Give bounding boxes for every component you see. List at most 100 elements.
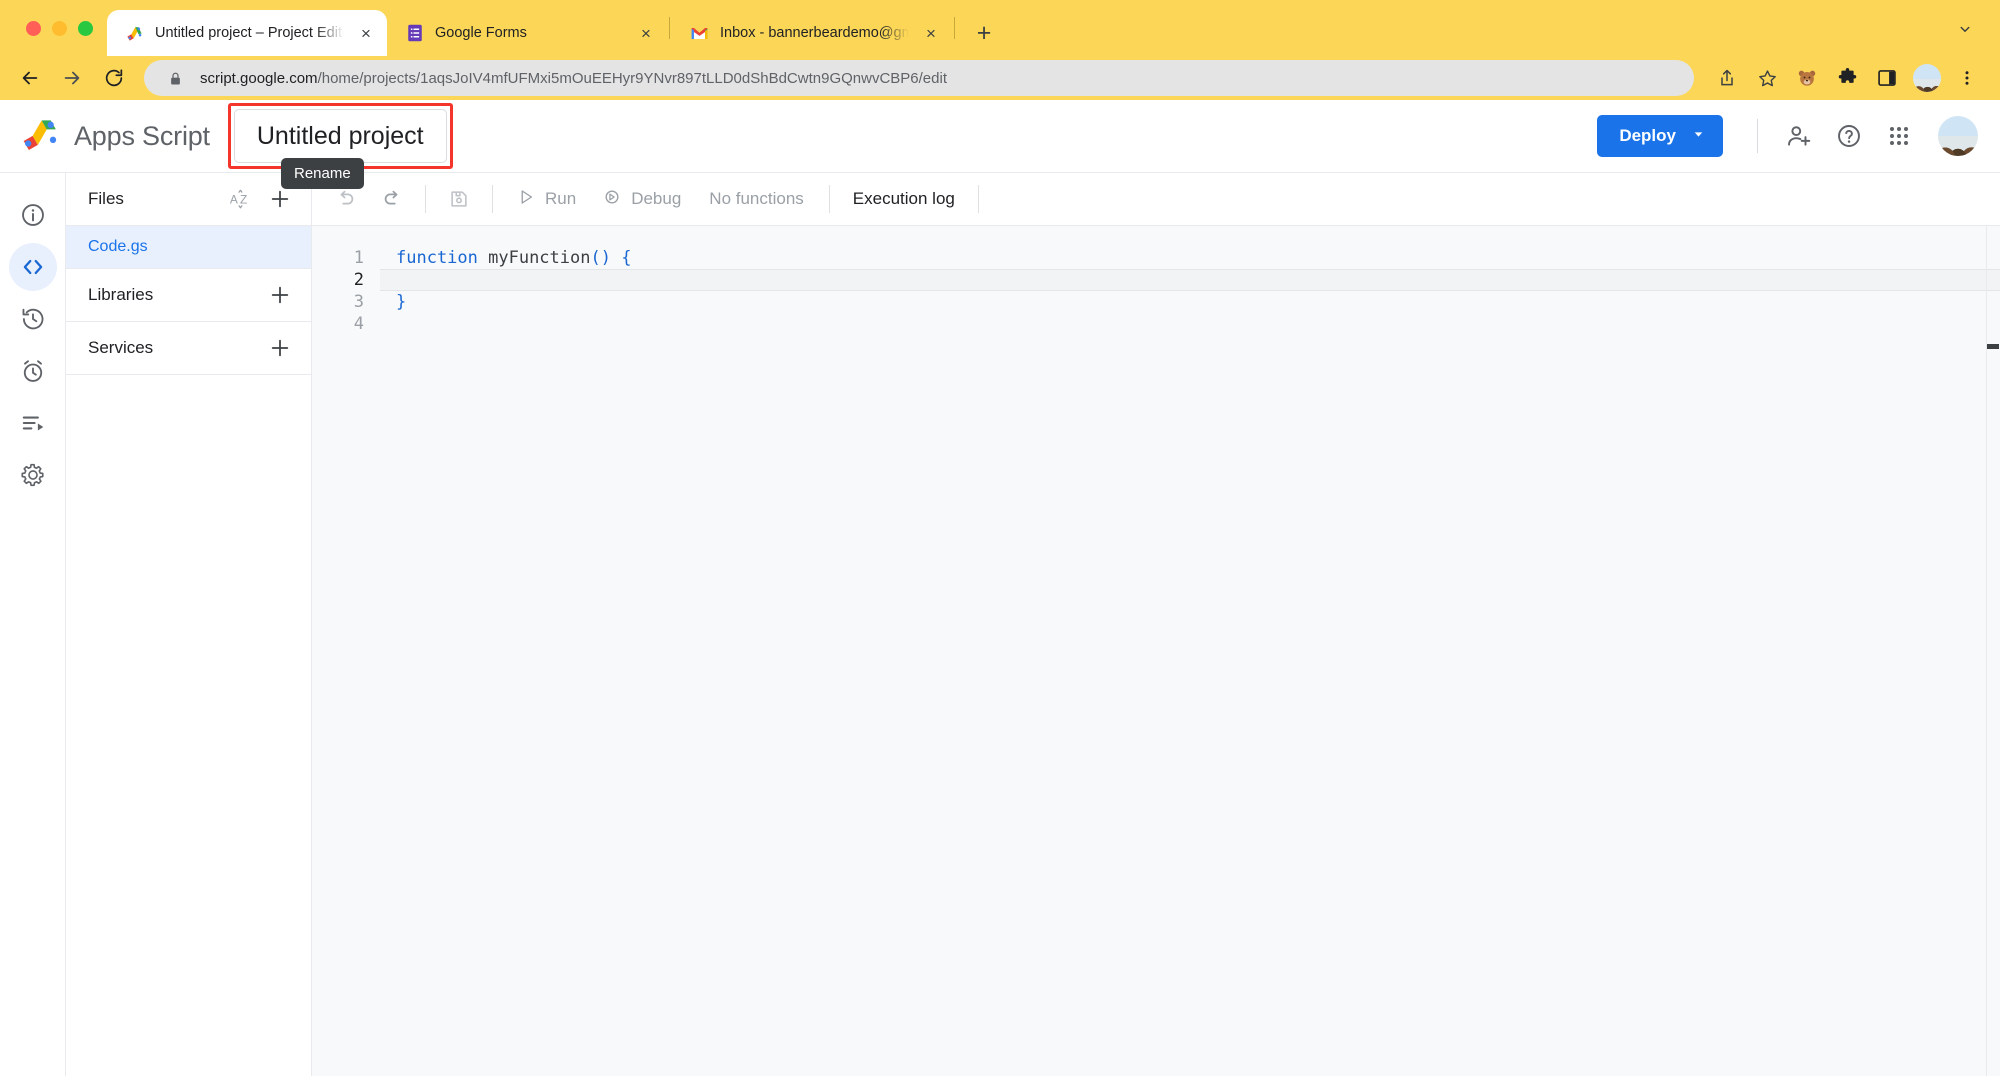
side-panel-icon[interactable] [1870, 61, 1904, 95]
apps-script-logo [20, 114, 60, 159]
browser-tab-apps-script[interactable]: Untitled project – Project Editor × [107, 10, 387, 56]
file-name: Code.gs [88, 238, 148, 256]
libraries-section-header: Libraries [66, 269, 311, 322]
url-text: script.google.com/home/projects/1aqsJoIV… [200, 70, 1680, 87]
files-section-header: Files AZ [66, 173, 311, 226]
execution-log-button[interactable]: Execution log [841, 179, 967, 219]
code-editor[interactable]: 1 2 3 4 function myFunction() { } [312, 226, 2000, 1076]
add-service-button[interactable] [263, 331, 297, 365]
line-number: 4 [312, 313, 364, 335]
close-tab-button[interactable]: × [920, 22, 942, 44]
share-icon[interactable] [1710, 61, 1744, 95]
line-number: 2 [312, 269, 364, 291]
save-disk-icon[interactable] [437, 177, 481, 221]
debug-button[interactable]: Debug [590, 179, 693, 219]
add-collaborator-icon[interactable] [1776, 113, 1822, 159]
back-button[interactable] [10, 58, 50, 98]
add-library-button[interactable] [263, 278, 297, 312]
new-tab-button[interactable]: + [967, 16, 1001, 50]
toolbar-divider [829, 185, 830, 213]
maximize-window-button[interactable] [78, 21, 93, 36]
sidebar-item-editor[interactable] [9, 243, 57, 291]
code-line-3: } [396, 291, 2000, 313]
browser-tab-gmail[interactable]: Inbox - bannerbeardemo@gma × [672, 10, 952, 56]
tab-title: Google Forms [435, 25, 624, 41]
tab-title: Inbox - bannerbeardemo@gma [720, 25, 909, 41]
left-nav-rail [0, 173, 66, 1076]
app-brand-name: Apps Script [74, 121, 210, 152]
close-tab-button[interactable]: × [355, 22, 377, 44]
editor-column: Run Debug No functions Execution log 1 2… [312, 173, 2000, 1076]
kebab-menu-icon[interactable] [1950, 61, 1984, 95]
files-section-label: Files [88, 189, 217, 209]
redo-icon[interactable] [370, 177, 414, 221]
code-lines[interactable]: function myFunction() { } [380, 247, 2000, 335]
chevron-down-icon[interactable] [1950, 14, 1980, 44]
run-button-label: Run [545, 189, 576, 209]
editor-toolbar: Run Debug No functions Execution log [312, 173, 2000, 226]
app-logo-area[interactable]: Apps Script [20, 114, 210, 159]
extensions-puzzle-icon[interactable] [1830, 61, 1864, 95]
services-section-header: Services [66, 322, 311, 375]
header-divider [1757, 119, 1758, 153]
toolbar-divider [492, 185, 493, 213]
sidebar-item-triggers[interactable] [9, 347, 57, 395]
address-bar[interactable]: script.google.com/home/projects/1aqsJoIV… [144, 60, 1694, 96]
close-tab-button[interactable]: × [635, 22, 657, 44]
app-header-actions: Deploy [1597, 113, 1978, 159]
browser-toolbar: script.google.com/home/projects/1aqsJoIV… [0, 56, 2000, 100]
url-path: /home/projects/1aqsJoIV4mfUFMxi5mOuEEHyr… [318, 70, 947, 87]
tab-strip: Untitled project – Project Editor × Goog… [0, 0, 2000, 56]
page-title: Untitled project [257, 122, 424, 151]
svg-text:Z: Z [240, 193, 247, 207]
profile-avatar[interactable] [1910, 61, 1944, 95]
sidebar-item-triggers-history[interactable] [9, 295, 57, 343]
tab-title: Untitled project – Project Editor [155, 25, 344, 41]
project-title-field[interactable]: Untitled project [234, 109, 447, 163]
apps-script-icon [125, 24, 144, 43]
chevron-down-icon [1692, 126, 1705, 146]
lock-icon [162, 65, 188, 91]
minimize-window-button[interactable] [52, 21, 67, 36]
run-button[interactable]: Run [504, 179, 588, 219]
scrollbar-thumb[interactable] [1987, 344, 1999, 349]
bookmark-star-icon[interactable] [1750, 61, 1784, 95]
play-icon [516, 187, 536, 212]
toolbar-divider [978, 185, 979, 213]
code-line-1: function myFunction() { [396, 247, 2000, 269]
help-icon[interactable] [1826, 113, 1872, 159]
code-content: 1 2 3 4 function myFunction() { } [312, 226, 2000, 335]
editor-scrollbar[interactable] [1986, 226, 2000, 1076]
google-apps-grid-icon[interactable] [1876, 113, 1922, 159]
line-number-gutter: 1 2 3 4 [312, 247, 380, 335]
url-host: script.google.com [200, 70, 318, 87]
close-window-button[interactable] [26, 21, 41, 36]
code-line-4 [396, 313, 2000, 335]
avatar [1913, 64, 1941, 92]
browser-tab-google-forms[interactable]: Google Forms × [387, 10, 667, 56]
sort-az-icon[interactable]: AZ [223, 182, 257, 216]
line-number: 3 [312, 291, 364, 313]
tab-divider [954, 17, 955, 39]
bear-extension-icon[interactable] [1790, 61, 1824, 95]
code-line-2-active [380, 269, 2000, 291]
svg-text:A: A [230, 193, 238, 207]
deploy-button[interactable]: Deploy [1597, 115, 1723, 157]
reload-button[interactable] [94, 58, 134, 98]
files-panel: Files AZ Code.gs Libraries Services [66, 173, 312, 1076]
list-item[interactable]: Code.gs [66, 226, 311, 269]
toolbar-divider [425, 185, 426, 213]
sidebar-item-overview[interactable] [9, 191, 57, 239]
google-forms-icon [405, 24, 424, 43]
app-body: Files AZ Code.gs Libraries Services [0, 172, 2000, 1076]
sidebar-item-executions[interactable] [9, 399, 57, 447]
debug-button-label: Debug [631, 189, 681, 209]
rename-tooltip: Rename [281, 158, 364, 189]
sidebar-item-project-settings[interactable] [9, 451, 57, 499]
function-select[interactable]: No functions [695, 179, 818, 219]
tab-divider [669, 17, 670, 39]
forward-button[interactable] [52, 58, 92, 98]
account-avatar[interactable] [1938, 116, 1978, 156]
browser-chrome: Untitled project – Project Editor × Goog… [0, 0, 2000, 100]
debug-icon [602, 187, 622, 212]
